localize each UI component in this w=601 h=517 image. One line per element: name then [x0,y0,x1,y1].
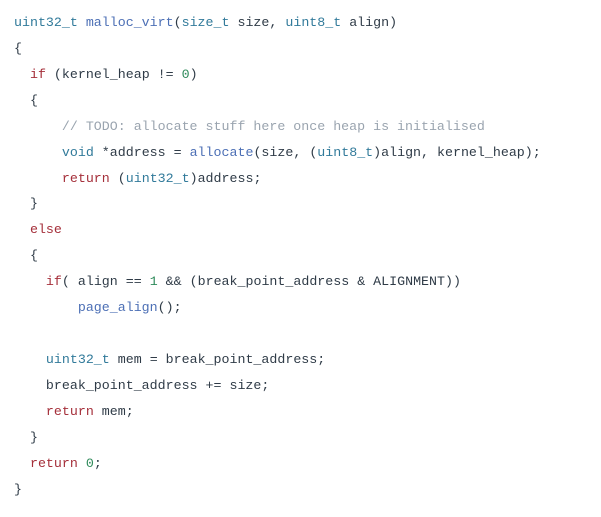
keyword-token: return [62,171,110,186]
operator-token: && [166,274,182,289]
brace-token: { [30,93,38,108]
brace-token: } [30,430,38,445]
operator-token: = [150,352,158,367]
function-name: malloc_virt [86,15,174,30]
punct-token: ) [190,171,198,186]
identifier-token: ALIGNMENT [373,274,445,289]
punct-token: ) [453,274,461,289]
punct-token: ; [174,300,182,315]
code-line: break_point_address += size; [14,373,587,399]
code-line: } [14,191,587,217]
keyword-token: if [30,67,46,82]
brace-token: { [30,248,38,263]
identifier-token: size [261,145,293,160]
type-token: void [62,145,94,160]
punct-token: ( [54,67,62,82]
identifier-token: break_point_address [198,274,350,289]
operator-token: = [174,145,182,160]
punct-token: ; [253,171,261,186]
identifier-token: size [237,15,269,30]
identifier-token: size [229,378,261,393]
code-line: return mem; [14,399,587,425]
operator-token: & [357,274,365,289]
operator-token: * [102,145,110,160]
type-token: uint8_t [285,15,341,30]
identifier-token: break_point_address [46,378,198,393]
punct-token: ( [118,171,126,186]
type-token: uint32_t [126,171,190,186]
identifier-token: align [381,145,421,160]
keyword-token: else [30,222,62,237]
code-line: void *address = allocate(size, (uint8_t)… [14,140,587,166]
brace-token: } [14,482,22,497]
identifier-token: address [198,171,254,186]
brace-token: } [30,196,38,211]
comment-token: // TODO: allocate stuff here once heap i… [62,119,485,134]
punct-token: ) [389,15,397,30]
identifier-token: address [110,145,166,160]
identifier-token: mem [118,352,142,367]
number-token: 0 [86,456,94,471]
identifier-token: kernel_heap [62,67,150,82]
code-line: // TODO: allocate stuff here once heap i… [14,114,587,140]
punct-token: , [421,145,429,160]
punct-token: ( [158,300,166,315]
punct-token: ) [445,274,453,289]
punct-token: ) [166,300,174,315]
function-name: page_align [78,300,158,315]
code-line: return (uint32_t)address; [14,166,587,192]
operator-token: != [158,67,174,82]
identifier-token: mem [102,404,126,419]
type-token: uint32_t [46,352,110,367]
punct-token: ; [261,378,269,393]
number-token: 0 [182,67,190,82]
code-line: if( align == 1 && (break_point_address &… [14,269,587,295]
code-line: { [14,88,587,114]
brace-token: { [14,41,22,56]
keyword-token: return [30,456,78,471]
punct-token: ) [525,145,533,160]
identifier-token: align [349,15,389,30]
type-token: uint32_t [14,15,78,30]
punct-token: ( [190,274,198,289]
type-token: uint8_t [317,145,373,160]
punct-token: ( [62,274,70,289]
punct-token: ; [317,352,325,367]
number-token: 1 [150,274,158,289]
type-token: size_t [182,15,230,30]
keyword-token: if [46,274,62,289]
punct-token: ) [190,67,198,82]
punct-token: ; [533,145,541,160]
operator-token: == [126,274,142,289]
code-line: } [14,425,587,451]
punct-token: ; [94,456,102,471]
code-line: uint32_t malloc_virt(size_t size, uint8_… [14,10,587,36]
keyword-token: return [46,404,94,419]
code-line: } [14,477,587,503]
identifier-token: kernel_heap [437,145,525,160]
code-block: uint32_t malloc_virt(size_t size, uint8_… [14,10,587,503]
operator-token: += [206,378,222,393]
code-line: return 0; [14,451,587,477]
code-line: { [14,243,587,269]
function-name: allocate [190,145,254,160]
identifier-token: break_point_address [166,352,318,367]
code-line: { [14,36,587,62]
code-line: page_align(); [14,295,587,321]
punct-token: ) [373,145,381,160]
code-line: uint32_t mem = break_point_address; [14,347,587,373]
code-line [14,321,587,347]
punct-token: ( [174,15,182,30]
code-line: if (kernel_heap != 0) [14,62,587,88]
identifier-token: align [78,274,118,289]
code-line: else [14,217,587,243]
punct-token: ; [126,404,134,419]
